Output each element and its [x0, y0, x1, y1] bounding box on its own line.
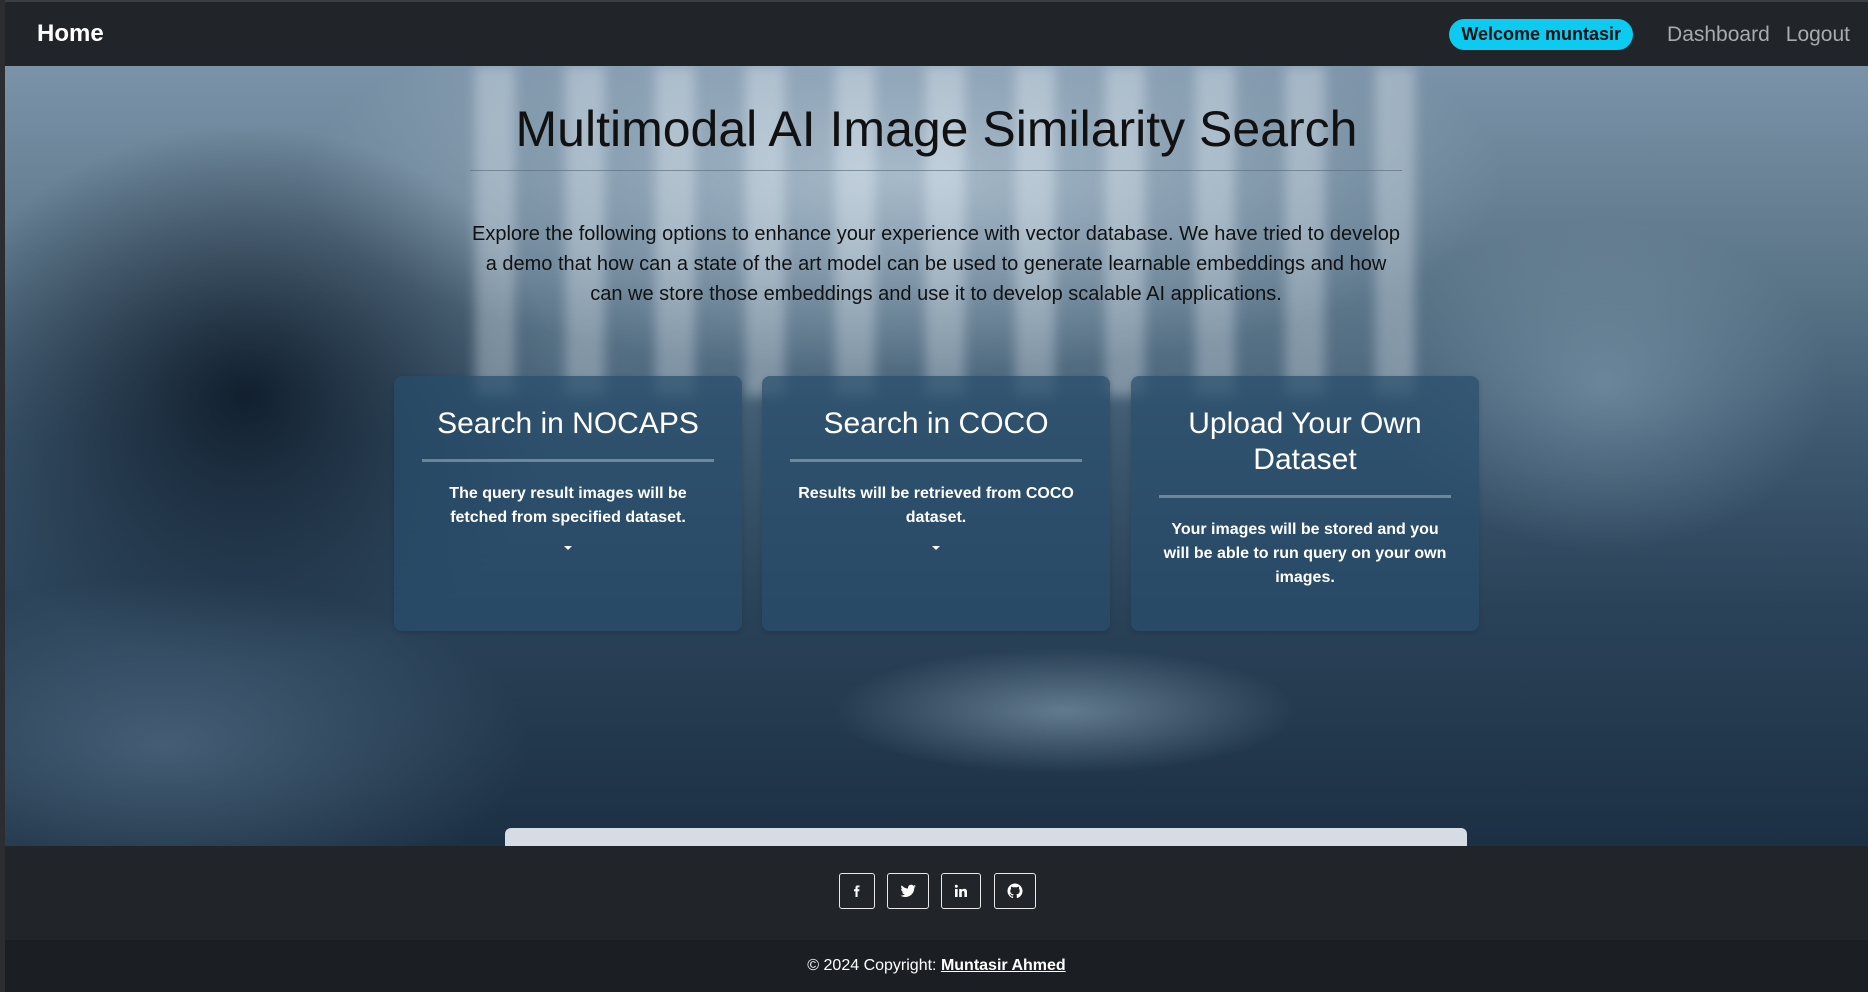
page-title: Multimodal AI Image Similarity Search	[515, 101, 1358, 157]
nav-right: Welcome muntasir Dashboard Logout	[1449, 19, 1850, 50]
card-text: Results will be retrieved from COCO data…	[798, 485, 1074, 526]
linkedin-button[interactable]	[941, 873, 981, 909]
footer-social	[5, 846, 1868, 940]
card-search-nocaps[interactable]: Search in NOCAPS The query result images…	[394, 376, 742, 631]
card-title: Search in COCO	[823, 407, 1049, 440]
card-title: Upload Your Own Dataset	[1188, 407, 1422, 476]
home-link[interactable]: Home	[37, 20, 104, 48]
copyright-text: © 2024 Copyright:	[807, 957, 937, 974]
navbar: Home Welcome muntasir Dashboard Logout	[5, 0, 1868, 66]
github-icon	[1007, 883, 1023, 899]
card-text: Your images will be stored and you will …	[1163, 521, 1447, 586]
copyright-bar: © 2024 Copyright: Muntasir Ahmed	[5, 940, 1868, 992]
background-desk	[505, 828, 1467, 846]
twitter-icon	[900, 884, 916, 897]
card-divider	[422, 459, 714, 462]
linkedin-icon	[954, 884, 967, 897]
title-divider	[470, 170, 1402, 171]
card-search-coco[interactable]: Search in COCO Results will be retrieved…	[762, 376, 1110, 631]
dashboard-link[interactable]: Dashboard	[1667, 23, 1770, 47]
hero-section: Multimodal AI Image Similarity Search Ex…	[5, 66, 1868, 846]
twitter-button[interactable]	[887, 873, 929, 909]
caret-down-icon[interactable]	[564, 546, 572, 550]
welcome-badge: Welcome muntasir	[1449, 19, 1634, 50]
github-button[interactable]	[994, 873, 1036, 909]
facebook-icon	[854, 885, 860, 897]
facebook-button[interactable]	[839, 873, 875, 909]
card-divider	[1159, 495, 1451, 498]
card-title: Search in NOCAPS	[437, 407, 699, 440]
card-divider	[790, 459, 1082, 462]
author-link[interactable]: Muntasir Ahmed	[941, 957, 1066, 974]
logout-link[interactable]: Logout	[1786, 23, 1850, 47]
card-upload-dataset[interactable]: Upload Your Own Dataset Your images will…	[1131, 376, 1479, 631]
card-text: The query result images will be fetched …	[449, 485, 687, 526]
page-description: Explore the following options to enhance…	[472, 223, 1400, 305]
caret-down-icon[interactable]	[932, 546, 940, 550]
